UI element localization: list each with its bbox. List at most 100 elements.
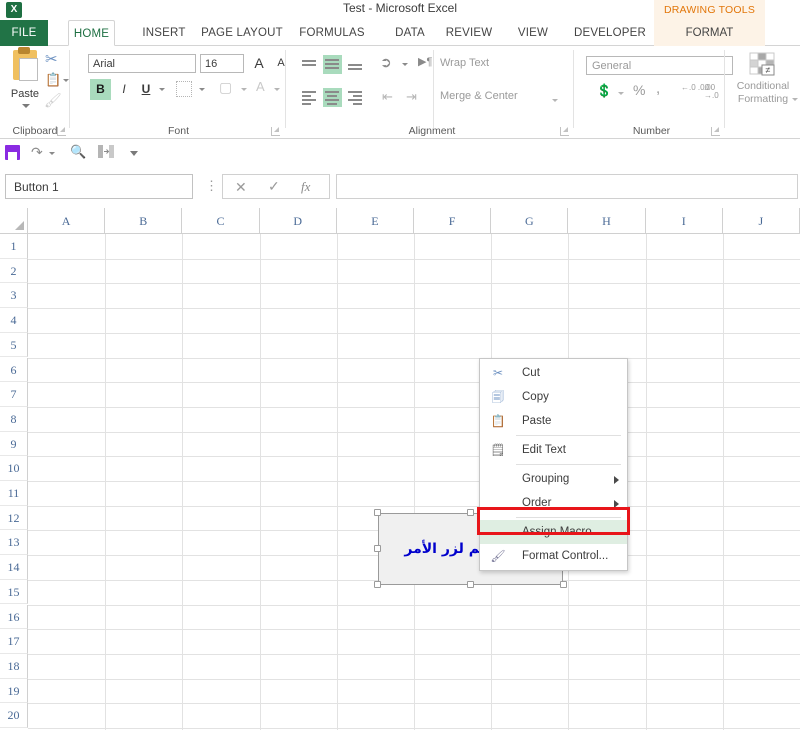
font-size-input[interactable]: 16 — [200, 54, 244, 73]
row-header-5[interactable]: 5 — [0, 332, 28, 358]
select-all-corner-button[interactable] — [0, 208, 28, 234]
align-right-button[interactable] — [346, 88, 365, 107]
row-header-10[interactable]: 10 — [0, 456, 28, 481]
save-icon[interactable] — [5, 145, 20, 160]
decrease-font-size-button[interactable]: A — [271, 54, 291, 73]
number-format-select[interactable]: General — [586, 56, 733, 75]
resize-handle-top-left[interactable] — [374, 509, 381, 516]
context-menu-item-copy[interactable]: 🗐 Copy — [480, 385, 627, 409]
row-header-15[interactable]: 15 — [0, 579, 28, 605]
orientation-dropdown-arrow-icon[interactable] — [402, 63, 408, 66]
align-left-button[interactable] — [300, 88, 319, 107]
customize-qat-chevron-down-icon[interactable] — [130, 151, 138, 156]
formula-input[interactable] — [336, 174, 798, 199]
increase-font-size-button[interactable]: A — [249, 54, 269, 73]
column-header-F[interactable]: F — [414, 208, 492, 234]
column-header-H[interactable]: H — [568, 208, 646, 234]
context-menu-item-cut[interactable]: ✂ Cut — [480, 361, 627, 385]
row-header-20[interactable]: 20 — [0, 703, 28, 728]
decrease-indent-icon[interactable]: ⇤ — [382, 89, 393, 105]
paste-icon[interactable] — [10, 47, 40, 86]
decrease-decimal-button[interactable]: .00 →.0 — [704, 84, 725, 100]
paste-button[interactable]: Paste — [0, 88, 50, 100]
column-header-D[interactable]: D — [259, 208, 337, 234]
bold-button[interactable]: B — [90, 79, 111, 100]
context-menu[interactable]: ✂ Cut 🗐 Copy 📋 Paste 🗒 Edit Text Grouping Order As… — [479, 358, 628, 571]
clipboard-dialog-launcher[interactable] — [57, 127, 66, 136]
column-header-B[interactable]: B — [105, 208, 183, 234]
context-menu-item-order[interactable]: Order — [480, 491, 627, 515]
name-box[interactable]: Button 1 — [5, 174, 193, 199]
cf-dropdown-arrow-icon[interactable] — [792, 98, 798, 101]
copy-icon[interactable]: 📋 — [45, 72, 61, 88]
column-header-A[interactable]: A — [28, 208, 106, 234]
alignment-dialog-launcher[interactable] — [560, 127, 569, 136]
row-header-11[interactable]: 11 — [0, 481, 28, 506]
context-menu-item-format-control[interactable]: 🖌 Format Control... — [480, 544, 627, 568]
conditional-formatting-button[interactable]: Conditional Formatting — [726, 80, 800, 106]
row-header-9[interactable]: 9 — [0, 431, 28, 457]
accounting-dropdown-arrow-icon[interactable] — [618, 92, 624, 95]
print-preview-icon[interactable]: 🔍 — [70, 144, 86, 160]
context-menu-item-assign-macro[interactable]: Assign Macro... — [480, 520, 627, 544]
text-orientation-icon[interactable]: ➲ — [380, 54, 392, 71]
row-header-16[interactable]: 16 — [0, 604, 28, 630]
tab-insert[interactable]: INSERT — [140, 20, 188, 46]
text-direction-icon[interactable]: ▶¶ — [418, 55, 432, 68]
row-header-13[interactable]: 13 — [0, 530, 28, 556]
row-header-17[interactable]: 17 — [0, 629, 28, 654]
font-dialog-launcher[interactable] — [271, 127, 280, 136]
number-dialog-launcher[interactable] — [711, 127, 720, 136]
borders-icon[interactable] — [176, 81, 192, 97]
tab-home[interactable]: HOME — [68, 20, 115, 46]
font-color-dropdown-arrow-icon[interactable] — [274, 88, 280, 91]
cancel-icon[interactable]: ✕ — [235, 179, 247, 196]
redo-dropdown-arrow-icon[interactable] — [49, 152, 55, 155]
font-name-input[interactable]: Arial — [88, 54, 196, 73]
insert-function-icon[interactable]: fx — [301, 179, 310, 195]
row-header-4[interactable]: 4 — [0, 308, 28, 333]
context-menu-item-grouping[interactable]: Grouping — [480, 467, 627, 491]
align-middle-button[interactable] — [323, 55, 342, 74]
percent-style-button[interactable]: % — [633, 82, 645, 98]
tab-view[interactable]: VIEW — [513, 20, 553, 46]
fill-color-icon[interactable]: ▢ — [219, 79, 232, 96]
column-header-E[interactable]: E — [336, 208, 414, 234]
confirm-icon[interactable]: ✓ — [268, 178, 280, 195]
tab-file[interactable]: FILE — [0, 20, 48, 46]
underline-dropdown-arrow-icon[interactable] — [159, 88, 165, 91]
resize-handle-bottom-right[interactable] — [560, 581, 567, 588]
scissors-icon[interactable]: ✂ — [45, 50, 58, 68]
increase-indent-icon[interactable]: ⇥ — [406, 89, 417, 105]
accounting-format-icon[interactable]: 💲 — [596, 83, 612, 99]
context-menu-item-edit-text[interactable]: 🗒 Edit Text — [480, 438, 627, 462]
column-header-C[interactable]: C — [182, 208, 260, 234]
conditional-formatting-icon[interactable]: ≠ — [748, 52, 780, 78]
row-header-6[interactable]: 6 — [0, 357, 28, 383]
font-color-icon[interactable]: A — [256, 79, 265, 94]
resize-handle-middle-left[interactable] — [374, 545, 381, 552]
align-center-button[interactable] — [323, 88, 342, 107]
column-header-I[interactable]: I — [645, 208, 723, 234]
paintbrush-icon[interactable]: 🖌 — [44, 92, 62, 109]
row-header-1[interactable]: 1 — [0, 234, 28, 259]
resize-handle-top-center[interactable] — [467, 509, 474, 516]
column-header-J[interactable]: J — [722, 208, 800, 234]
redo-icon[interactable]: ↷ — [31, 144, 43, 161]
align-bottom-button[interactable] — [346, 55, 365, 74]
tab-developer[interactable]: DEVELOPER — [570, 20, 650, 46]
resize-handle-bottom-left[interactable] — [374, 581, 381, 588]
wrap-text-button[interactable]: Wrap Text — [440, 57, 489, 69]
tab-page-layout[interactable]: PAGE LAYOUT — [196, 20, 288, 46]
row-header-18[interactable]: 18 — [0, 653, 28, 679]
align-top-button[interactable] — [300, 55, 319, 74]
column-header-G[interactable]: G — [491, 208, 569, 234]
tab-data[interactable]: DATA — [390, 20, 430, 46]
resize-handle-bottom-center[interactable] — [467, 581, 474, 588]
fill-color-dropdown-arrow-icon[interactable] — [241, 88, 247, 91]
tab-review[interactable]: REVIEW — [441, 20, 497, 46]
merge-dropdown-arrow-icon[interactable] — [552, 99, 558, 102]
row-header-2[interactable]: 2 — [0, 258, 28, 284]
row-header-7[interactable]: 7 — [0, 382, 28, 407]
comma-style-button[interactable]: , — [656, 80, 660, 97]
